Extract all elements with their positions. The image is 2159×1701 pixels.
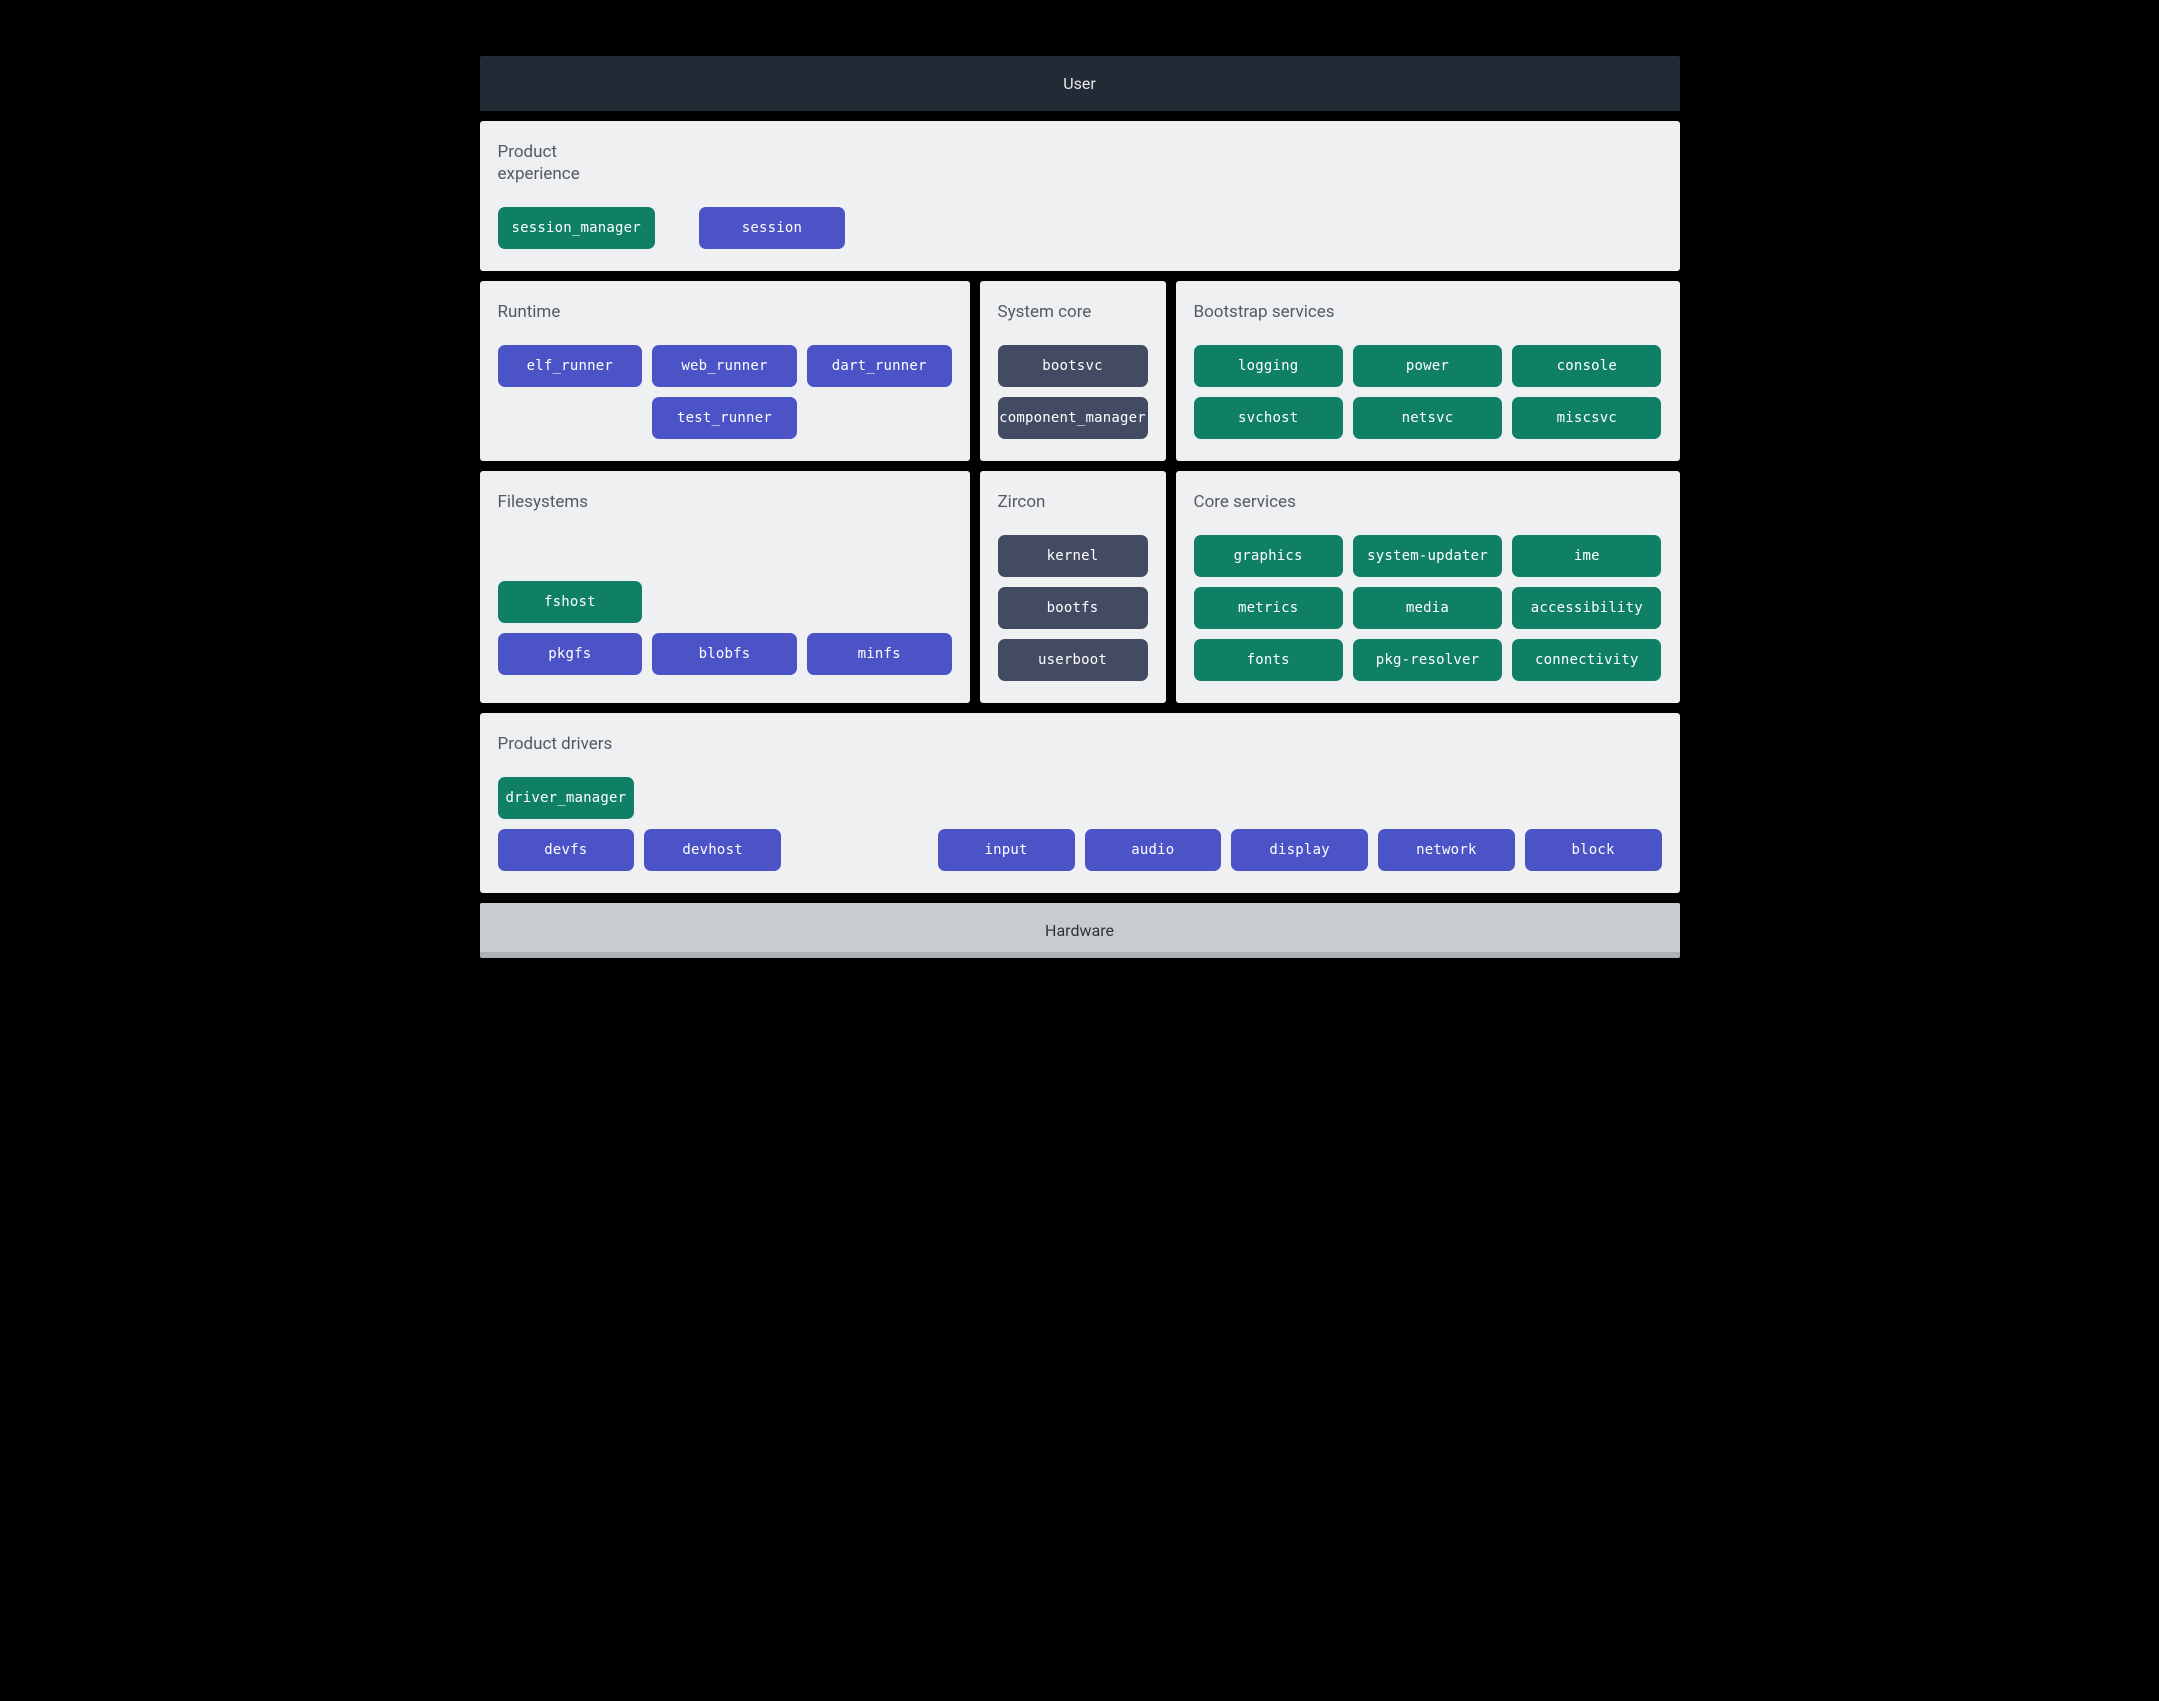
pkgfs-chip: pkgfs xyxy=(498,633,643,675)
session-chip: session xyxy=(699,207,845,249)
session-manager-chip: session_manager xyxy=(498,207,655,249)
bootstrap-services-panel: Bootstrap services logging power console… xyxy=(1176,281,1680,461)
architecture-diagram: User Product experience session_manager … xyxy=(472,0,1688,966)
blobfs-chip: blobfs xyxy=(652,633,797,675)
netsvc-chip: netsvc xyxy=(1353,397,1502,439)
user-layer-bar: User xyxy=(480,56,1680,111)
product-drivers-title: Product drivers xyxy=(498,733,1662,755)
product-experience-panel: Product experience session_manager sessi… xyxy=(480,121,1680,271)
miscsvc-chip: miscsvc xyxy=(1512,397,1661,439)
pkg-resolver-chip: pkg-resolver xyxy=(1353,639,1502,681)
fonts-chip: fonts xyxy=(1194,639,1343,681)
media-chip: media xyxy=(1353,587,1502,629)
user-layer-label: User xyxy=(1063,74,1096,93)
bootstrap-services-title: Bootstrap services xyxy=(1194,301,1662,323)
block-chip: block xyxy=(1525,829,1662,871)
display-chip: display xyxy=(1231,829,1368,871)
hardware-layer-label: Hardware xyxy=(1045,921,1114,940)
zircon-panel: Zircon kernel bootfs userboot xyxy=(980,471,1166,703)
web-runner-chip: web_runner xyxy=(652,345,797,387)
audio-chip: audio xyxy=(1085,829,1222,871)
product-experience-title: Product experience xyxy=(498,141,1662,185)
zircon-title: Zircon xyxy=(998,491,1148,513)
connectivity-chip: connectivity xyxy=(1512,639,1661,681)
product-drivers-panel: Product drivers driver_manager devfs dev… xyxy=(480,713,1680,893)
kernel-chip: kernel xyxy=(998,535,1148,577)
hardware-layer-bar: Hardware xyxy=(480,903,1680,958)
runtime-title: Runtime xyxy=(498,301,952,323)
network-chip: network xyxy=(1378,829,1515,871)
bootfs-chip: bootfs xyxy=(998,587,1148,629)
runtime-panel: Runtime elf_runner web_runner dart_runne… xyxy=(480,281,970,461)
ime-chip: ime xyxy=(1512,535,1661,577)
system-updater-chip: system-updater xyxy=(1353,535,1502,577)
input-chip: input xyxy=(938,829,1075,871)
console-chip: console xyxy=(1512,345,1661,387)
power-chip: power xyxy=(1353,345,1502,387)
userboot-chip: userboot xyxy=(998,639,1148,681)
logging-chip: logging xyxy=(1194,345,1343,387)
core-services-title: Core services xyxy=(1194,491,1662,513)
system-core-title: System core xyxy=(998,301,1148,323)
core-services-panel: Core services graphics system-updater im… xyxy=(1176,471,1680,703)
elf-runner-chip: elf_runner xyxy=(498,345,643,387)
minfs-chip: minfs xyxy=(807,633,952,675)
graphics-chip: graphics xyxy=(1194,535,1343,577)
svchost-chip: svchost xyxy=(1194,397,1343,439)
test-runner-chip: test_runner xyxy=(652,397,797,439)
filesystems-panel: Filesystems fshost pkgfs blobfs minfs xyxy=(480,471,970,703)
driver-manager-chip: driver_manager xyxy=(498,777,635,819)
bootsvc-chip: bootsvc xyxy=(998,345,1148,387)
devhost-chip: devhost xyxy=(644,829,781,871)
filesystems-title: Filesystems xyxy=(498,491,952,513)
dart-runner-chip: dart_runner xyxy=(807,345,952,387)
metrics-chip: metrics xyxy=(1194,587,1343,629)
fshost-chip: fshost xyxy=(498,581,643,623)
devfs-chip: devfs xyxy=(498,829,635,871)
component-manager-chip: component_manager xyxy=(998,397,1148,439)
system-core-panel: System core bootsvc component_manager xyxy=(980,281,1166,461)
accessibility-chip: accessibility xyxy=(1512,587,1661,629)
